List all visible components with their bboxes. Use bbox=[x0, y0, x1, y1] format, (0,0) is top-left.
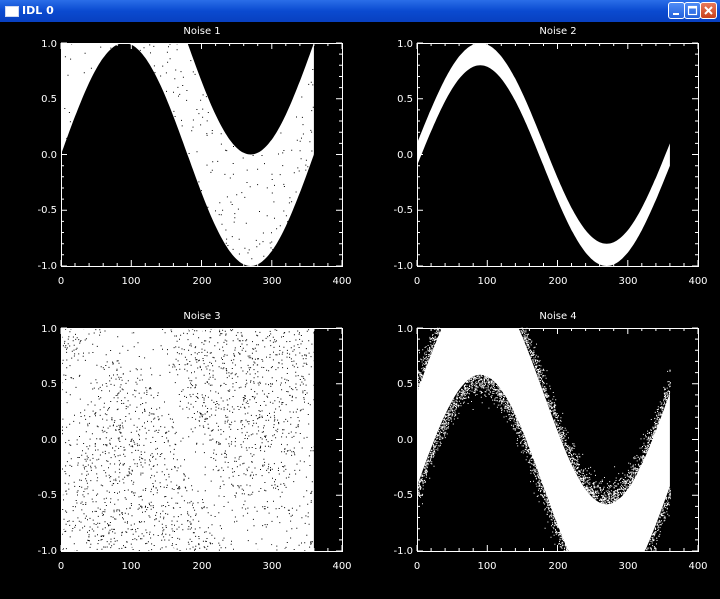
y-tick-label: -1.0 bbox=[37, 546, 57, 557]
x-tick-label: 100 bbox=[477, 276, 496, 287]
noise-2-band bbox=[417, 43, 670, 266]
y-tick-label: 0.5 bbox=[397, 94, 413, 105]
x-tick-label: 300 bbox=[262, 561, 281, 572]
x-tick-label: 400 bbox=[688, 276, 707, 287]
maximize-button[interactable] bbox=[684, 2, 701, 19]
y-tick-label: -0.5 bbox=[37, 490, 57, 501]
x-tick-label: 200 bbox=[548, 276, 567, 287]
x-tick-label: 200 bbox=[548, 561, 567, 572]
y-tick-label: 1.0 bbox=[41, 39, 57, 50]
y-tick-label: -1.0 bbox=[393, 546, 413, 557]
noise-3-x-tick-labels: 0 100 200 300 400 bbox=[58, 561, 352, 572]
plot-canvas: Noise 1 0 100 200 300 400 1.0 0.5 0.0 -0… bbox=[0, 22, 720, 595]
noise-1-x-tick-labels: 0 100 200 300 400 bbox=[58, 276, 352, 287]
minimize-icon bbox=[673, 13, 679, 15]
noise-4-y-tick-labels: 1.0 0.5 0.0 -0.5 -1.0 bbox=[393, 324, 413, 557]
app-window-icon bbox=[5, 6, 19, 17]
minimize-button[interactable] bbox=[668, 2, 685, 19]
x-tick-label: 0 bbox=[58, 561, 64, 572]
x-tick-label: 200 bbox=[192, 561, 211, 572]
close-icon bbox=[704, 6, 713, 15]
y-tick-label: -1.0 bbox=[37, 261, 57, 272]
noise-3-y-tick-labels: 1.0 0.5 0.0 -0.5 -1.0 bbox=[37, 324, 57, 557]
x-tick-label: 300 bbox=[618, 561, 637, 572]
noise-2-data bbox=[417, 43, 670, 266]
y-tick-label: 0.5 bbox=[397, 379, 413, 390]
noise-1-title: Noise 1 bbox=[183, 26, 220, 37]
y-tick-label: 1.0 bbox=[41, 324, 57, 335]
noise-2-y-tick-labels: 1.0 0.5 0.0 -0.5 -1.0 bbox=[393, 39, 413, 272]
window-titlebar[interactable]: IDL 0 bbox=[0, 0, 720, 22]
y-tick-label: 1.0 bbox=[397, 324, 413, 335]
noise-2-title: Noise 2 bbox=[539, 26, 576, 37]
x-tick-label: 300 bbox=[618, 276, 637, 287]
noise-3-data bbox=[61, 327, 315, 552]
close-button[interactable] bbox=[700, 2, 717, 19]
y-tick-label: -0.5 bbox=[393, 490, 413, 501]
x-tick-label: 300 bbox=[262, 276, 281, 287]
y-tick-label: 0.0 bbox=[41, 150, 57, 161]
plot-noise-1: Noise 1 0 100 200 300 400 1.0 0.5 0.0 -0… bbox=[37, 26, 351, 287]
noise-2-x-tick-labels: 0 100 200 300 400 bbox=[414, 276, 708, 287]
noise-4-x-tick-labels: 0 100 200 300 400 bbox=[414, 561, 708, 572]
y-tick-label: -1.0 bbox=[393, 261, 413, 272]
x-tick-label: 0 bbox=[58, 276, 64, 287]
plot-noise-2: Noise 2 0 100 200 300 400 1.0 0.5 0.0 -0… bbox=[393, 26, 707, 287]
y-tick-label: 0.5 bbox=[41, 94, 57, 105]
noise-4-data bbox=[417, 327, 671, 552]
plots-area: Noise 1 0 100 200 300 400 1.0 0.5 0.0 -0… bbox=[37, 26, 707, 572]
y-tick-label: 0.0 bbox=[41, 435, 57, 446]
noise-3-title: Noise 3 bbox=[183, 311, 220, 322]
noise-4-title: Noise 4 bbox=[539, 311, 576, 322]
noise-3-fill bbox=[61, 328, 314, 551]
plot-noise-4: Noise 4 0 100 200 300 400 1.0 0.5 0.0 -0… bbox=[393, 311, 707, 572]
x-tick-label: 100 bbox=[477, 561, 496, 572]
x-tick-label: 400 bbox=[332, 561, 351, 572]
x-tick-label: 0 bbox=[414, 561, 420, 572]
noise-1-band bbox=[61, 43, 314, 266]
y-tick-label: 0.5 bbox=[41, 379, 57, 390]
maximize-icon bbox=[687, 5, 698, 16]
y-tick-label: 1.0 bbox=[397, 39, 413, 50]
x-tick-label: 400 bbox=[332, 276, 351, 287]
y-tick-label: 0.0 bbox=[397, 435, 413, 446]
y-tick-label: -0.5 bbox=[37, 205, 57, 216]
noise-1-y-tick-labels: 1.0 0.5 0.0 -0.5 -1.0 bbox=[37, 39, 57, 272]
plot-noise-3: Noise 3 0 100 200 300 400 1.0 0.5 0.0 -0… bbox=[37, 311, 351, 572]
window-title: IDL 0 bbox=[22, 4, 54, 17]
x-tick-label: 0 bbox=[414, 276, 420, 287]
noise-4-band bbox=[417, 328, 670, 551]
x-tick-label: 100 bbox=[121, 561, 140, 572]
noise-1-data bbox=[61, 43, 315, 266]
idl-window: IDL 0 Noise 1 0 100 200 300 400 1.0 0.5 … bbox=[0, 0, 720, 595]
x-tick-label: 200 bbox=[192, 276, 211, 287]
x-tick-label: 100 bbox=[121, 276, 140, 287]
x-tick-label: 400 bbox=[688, 561, 707, 572]
y-tick-label: 0.0 bbox=[397, 150, 413, 161]
y-tick-label: -0.5 bbox=[393, 205, 413, 216]
